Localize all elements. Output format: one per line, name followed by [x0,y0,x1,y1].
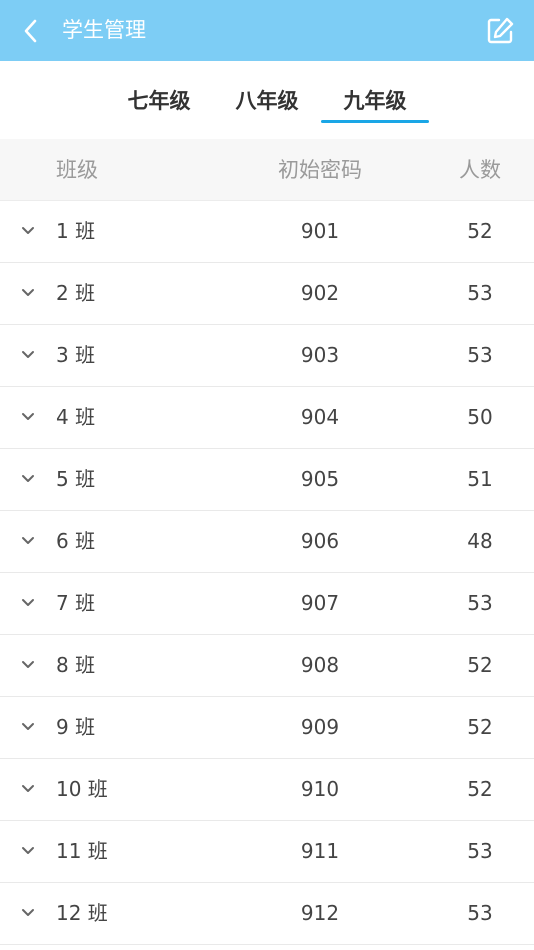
class-name: 6 班 [56,529,96,553]
initial-password: 907 [300,591,340,615]
table-row[interactable]: 12 班 912 53 [0,883,534,945]
student-count: 52 [467,777,493,801]
student-count: 53 [467,839,493,863]
class-name: 12 班 [56,901,108,925]
initial-password: 911 [300,839,340,863]
chevron-down-icon[interactable] [18,655,38,675]
class-name: 8 班 [56,653,96,677]
table-row[interactable]: 5 班 905 51 [0,449,534,511]
table-row[interactable]: 4 班 904 50 [0,387,534,449]
class-name: 11 班 [56,839,108,863]
table-header: 班级 初始密码 人数 [0,139,534,201]
student-count: 50 [467,405,493,429]
student-count: 52 [467,715,493,739]
table-row[interactable]: 3 班 903 53 [0,325,534,387]
class-name: 1 班 [56,219,96,243]
student-count: 48 [467,529,493,553]
tab-grade-8[interactable]: 八年级 [213,61,321,139]
table-row[interactable]: 1 班 901 52 [0,201,534,263]
student-count: 52 [467,219,493,243]
tab-grade-7[interactable]: 七年级 [105,61,213,139]
chevron-down-icon[interactable] [18,221,38,241]
chevron-down-icon[interactable] [18,531,38,551]
table-row[interactable]: 11 班 911 53 [0,821,534,883]
table-row[interactable]: 2 班 902 53 [0,263,534,325]
chevron-down-icon[interactable] [18,345,38,365]
class-name: 10 班 [56,777,108,801]
class-list: 1 班 901 52 2 班 902 53 3 班 903 53 4 班 904 50 5 班 905 51… [0,201,534,945]
initial-password: 909 [300,715,340,739]
column-header-password: 初始密码 [278,158,362,182]
student-count: 53 [467,281,493,305]
chevron-down-icon[interactable] [18,841,38,861]
initial-password: 904 [300,405,340,429]
table-row[interactable]: 8 班 908 52 [0,635,534,697]
grade-tabs: 七年级 八年级 九年级 [0,61,534,139]
edit-icon [487,17,514,44]
initial-password: 906 [300,529,340,553]
chevron-down-icon[interactable] [18,717,38,737]
student-count: 53 [467,343,493,367]
student-count: 51 [467,467,493,491]
chevron-left-icon [24,19,37,43]
chevron-down-icon[interactable] [18,779,38,799]
initial-password: 908 [300,653,340,677]
page-title: 学生管理 [62,18,146,42]
initial-password: 905 [300,467,340,491]
initial-password: 910 [300,777,340,801]
table-row[interactable]: 9 班 909 52 [0,697,534,759]
class-name: 4 班 [56,405,96,429]
class-name: 3 班 [56,343,96,367]
chevron-down-icon[interactable] [18,593,38,613]
student-count: 53 [467,901,493,925]
chevron-down-icon[interactable] [18,407,38,427]
initial-password: 901 [300,219,340,243]
class-name: 5 班 [56,467,96,491]
chevron-down-icon[interactable] [18,903,38,923]
student-count: 53 [467,591,493,615]
tab-grade-9[interactable]: 九年级 [321,61,429,139]
edit-button[interactable] [484,15,516,47]
table-row[interactable]: 6 班 906 48 [0,511,534,573]
chevron-down-icon[interactable] [18,469,38,489]
chevron-down-icon[interactable] [18,283,38,303]
class-name: 9 班 [56,715,96,739]
class-name: 7 班 [56,591,96,615]
class-name: 2 班 [56,281,96,305]
column-header-count: 人数 [459,158,501,182]
table-row[interactable]: 10 班 910 52 [0,759,534,821]
student-count: 52 [467,653,493,677]
table-row[interactable]: 7 班 907 53 [0,573,534,635]
initial-password: 903 [300,343,340,367]
column-header-class: 班级 [56,158,98,182]
back-button[interactable] [14,14,48,48]
initial-password: 912 [300,901,340,925]
initial-password: 902 [300,281,340,305]
app-header: 学生管理 [0,0,534,61]
